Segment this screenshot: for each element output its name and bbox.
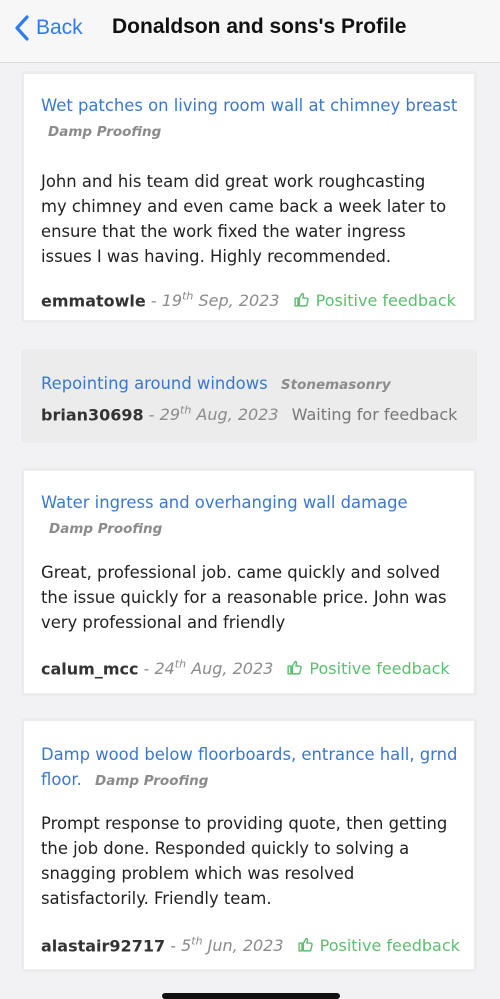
- page-title: Donaldson and sons's Profile: [112, 15, 407, 38]
- review-card: Repointing around windows Stonemasonry b…: [21, 349, 477, 443]
- review-text: Great, professional job. came quickly an…: [41, 563, 447, 632]
- date-suffix: th: [191, 935, 203, 948]
- review-text: Prompt response to providing quote, then…: [41, 814, 448, 908]
- review-title-wrap: Wet patches on living room wall at chimn…: [41, 93, 460, 145]
- review-category: Stonemasonry: [280, 377, 391, 393]
- thumbs-up-icon: [294, 293, 309, 307]
- review-title-wrap: Damp wood below floorboards, entrance ha…: [41, 742, 460, 794]
- review-category: Damp Proofing: [49, 521, 163, 537]
- review-title[interactable]: Wet patches on living room wall at chimn…: [41, 96, 457, 115]
- review-meta: brian30698 - 29th Aug, 2023 Waiting for …: [41, 400, 464, 426]
- feedback-status: Waiting for feedback: [291, 405, 458, 425]
- nav-bar: Back Donaldson and sons's Profile: [0, 0, 500, 63]
- date-rest: Jun, 2023: [207, 936, 284, 956]
- review-title[interactable]: Water ingress and overhanging wall damag…: [41, 493, 408, 512]
- chevron-left-icon: [15, 15, 29, 41]
- feedback-label: Positive feedback: [315, 291, 456, 311]
- date-suffix: th: [174, 658, 187, 671]
- review-user[interactable]: emmatowle: [41, 291, 146, 310]
- date-day: 29: [159, 405, 181, 425]
- thumbs-up-icon: [298, 938, 313, 952]
- date-suffix: th: [180, 404, 192, 417]
- date-rest: Aug, 2023: [191, 659, 274, 679]
- date-day: 24: [154, 659, 175, 679]
- review-card: Wet patches on living room wall at chimn…: [21, 71, 477, 323]
- review-date: 29th Aug, 2023: [159, 404, 279, 425]
- date-suffix: th: [182, 290, 194, 303]
- home-indicator[interactable]: [162, 993, 340, 999]
- review-meta: alastair92717 - 5th Jun, 2023 Positive f…: [41, 931, 464, 957]
- review-meta: emmatowle - 19th Sep, 2023 Positive feed…: [41, 286, 464, 312]
- review-category: Damp Proofing: [95, 773, 209, 789]
- back-label: Back: [36, 16, 83, 39]
- review-user[interactable]: calum_mcc: [41, 659, 138, 678]
- review-title[interactable]: Repointing around windows: [41, 374, 268, 393]
- review-date: 5th Jun, 2023: [181, 935, 284, 956]
- review-title-wrap: Repointing around windows Stonemasonry: [41, 371, 460, 398]
- review-text: John and his team did great work roughca…: [41, 172, 447, 266]
- date-day: 19: [161, 291, 183, 311]
- date-rest: Sep, 2023: [198, 291, 280, 311]
- feedback-status: Positive feedback: [297, 936, 460, 955]
- reviews-list[interactable]: Wet patches on living room wall at chimn…: [0, 63, 500, 997]
- review-meta: calum_mcc - 24th Aug, 2023 Positive feed…: [41, 654, 464, 680]
- feedback-status: Positive feedback: [286, 659, 450, 679]
- date-rest: Aug, 2023: [196, 405, 279, 425]
- feedback-label: Positive feedback: [319, 936, 460, 956]
- review-user[interactable]: alastair92717: [41, 936, 165, 955]
- feedback-status: Positive feedback: [293, 291, 456, 310]
- meta-separator: -: [150, 291, 157, 311]
- back-button[interactable]: Back: [14, 12, 83, 44]
- meta-separator: -: [148, 405, 155, 425]
- review-date: 24th Aug, 2023: [154, 658, 274, 679]
- thumbs-up-icon: [287, 661, 303, 675]
- review-date: 19th Sep, 2023: [161, 290, 280, 311]
- date-day: 5: [181, 936, 192, 956]
- review-user[interactable]: brian30698: [41, 405, 144, 424]
- review-card: Water ingress and overhanging wall damag…: [21, 468, 477, 696]
- meta-separator: -: [170, 936, 176, 956]
- review-category: Damp Proofing: [48, 124, 162, 140]
- review-title-wrap: Water ingress and overhanging wall damag…: [41, 490, 460, 542]
- feedback-label: Positive feedback: [309, 659, 450, 679]
- meta-separator: -: [143, 659, 150, 679]
- review-card: Damp wood below floorboards, entrance ha…: [21, 718, 477, 972]
